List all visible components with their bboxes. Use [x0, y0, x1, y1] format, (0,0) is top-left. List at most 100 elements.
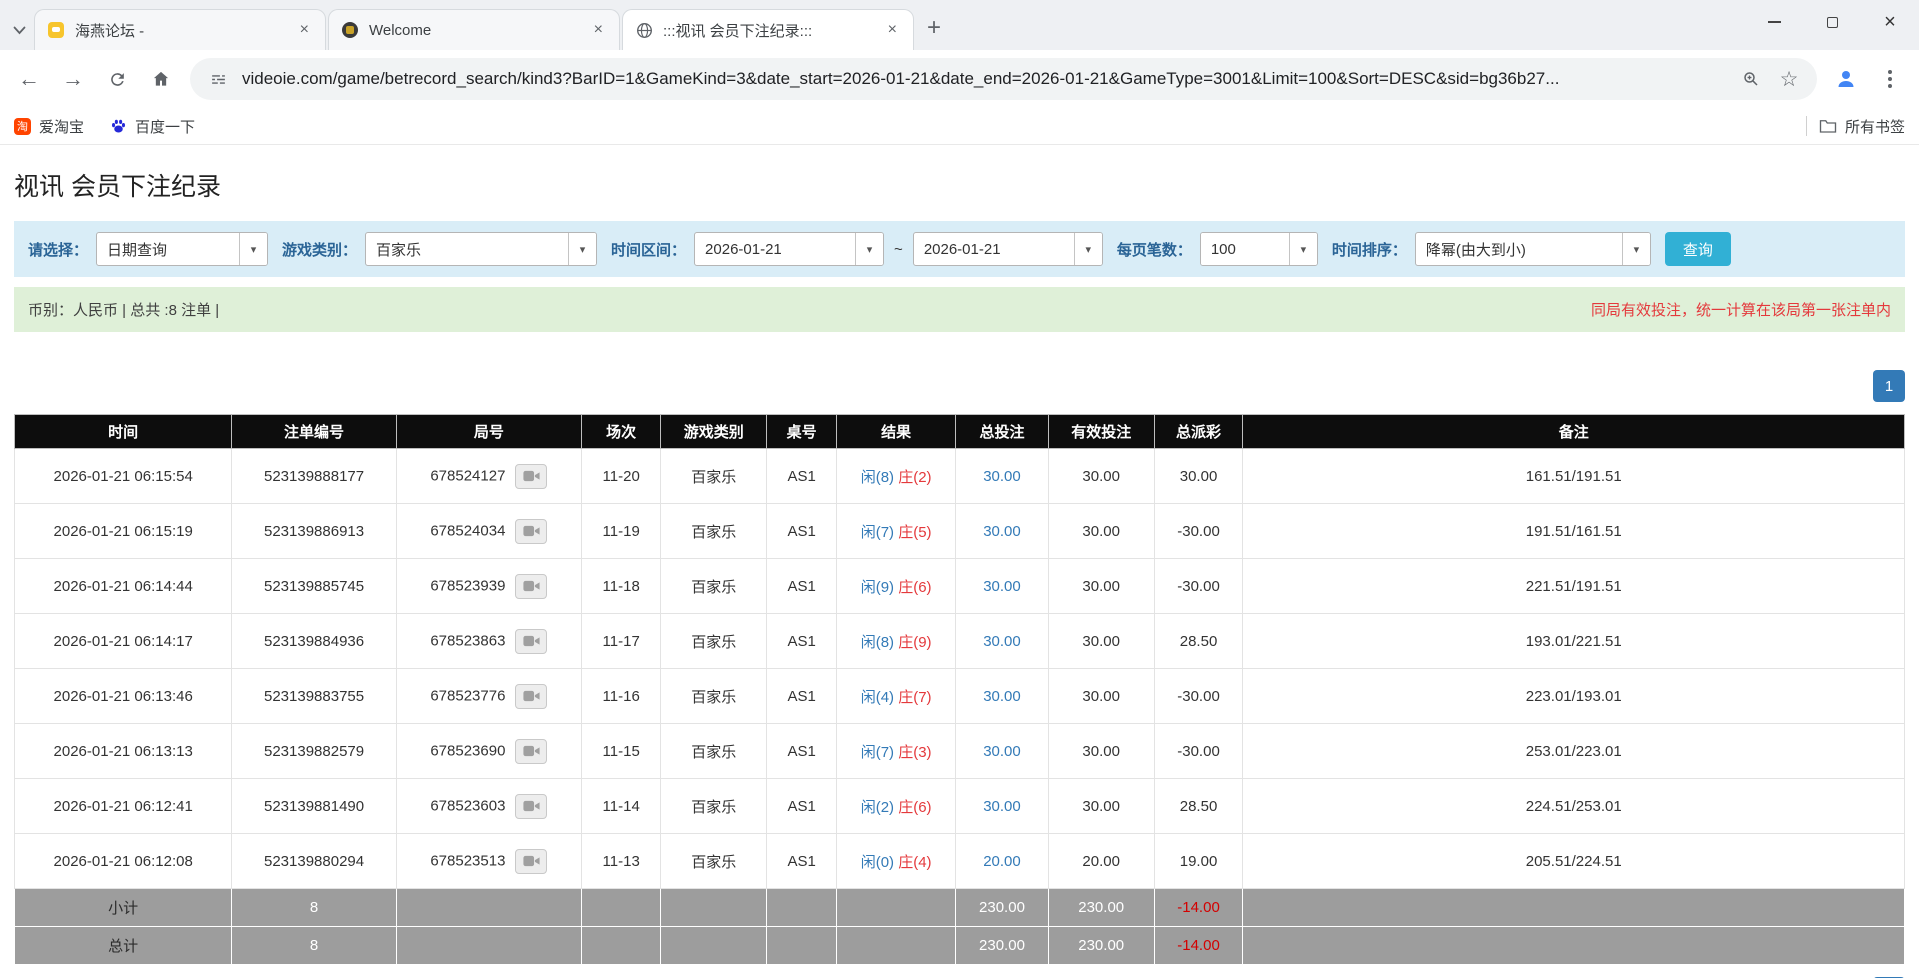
page-size-combo[interactable]: ▾ — [1200, 232, 1318, 266]
bookmark-star-icon[interactable]: ☆ — [1775, 65, 1803, 93]
date-end-select[interactable]: 2026-01-21 ▾ — [913, 232, 1103, 266]
tab-welcome[interactable]: Welcome × — [328, 9, 620, 50]
zoom-icon[interactable] — [1737, 65, 1765, 93]
table-row: 2026-01-21 06:13:46 523139883755 6785237… — [15, 669, 1905, 724]
cell-result: 闲(7) 庄(5) — [837, 504, 956, 559]
tab-haiyan-forum[interactable]: 海燕论坛 - × — [34, 9, 326, 50]
video-replay-button[interactable] — [515, 684, 547, 709]
cell-valid-bet: 30.00 — [1048, 724, 1154, 779]
video-replay-button[interactable] — [515, 464, 547, 489]
chevron-down-icon[interactable]: ▾ — [1622, 233, 1650, 265]
date-start-select[interactable]: 2026-01-21 ▾ — [694, 232, 884, 266]
site-info-icon[interactable] — [204, 65, 232, 93]
forward-button[interactable]: → — [52, 58, 94, 100]
cell-table-no: AS1 — [767, 559, 837, 614]
cell-round: 678524034 — [396, 504, 581, 559]
chevron-down-icon[interactable]: ▾ — [855, 233, 883, 265]
maximize-button[interactable] — [1803, 0, 1861, 44]
tab-title: :::视讯 会员下注纪录::: — [663, 20, 874, 41]
sort-order-select[interactable]: 降幂(由大到小) ▾ — [1415, 232, 1651, 266]
cell-game-type: 百家乐 — [661, 504, 767, 559]
cell-time: 2026-01-21 06:14:17 — [15, 614, 232, 669]
url-text[interactable]: videoie.com/game/betrecord_search/kind3?… — [242, 69, 1727, 89]
cell-round: 678523863 — [396, 614, 581, 669]
close-tab-icon[interactable]: × — [590, 21, 607, 39]
profile-button[interactable] — [1825, 58, 1867, 100]
home-icon — [151, 69, 171, 89]
search-button[interactable]: 查询 — [1665, 232, 1731, 266]
video-replay-button[interactable] — [515, 739, 547, 764]
cell-round: 678523603 — [396, 779, 581, 834]
cell-round: 678524127 — [396, 449, 581, 504]
profile-icon — [1834, 67, 1858, 91]
game-type-label: 游戏类别： — [282, 239, 357, 260]
query-type-select[interactable]: 日期查询 ▾ — [96, 232, 268, 266]
browser-menu-button[interactable] — [1869, 58, 1911, 100]
tab-search-button[interactable] — [4, 10, 34, 50]
total-bet-link[interactable]: 20.00 — [983, 853, 1021, 870]
total-bet-link[interactable]: 30.00 — [983, 688, 1021, 705]
chevron-down-icon[interactable]: ▾ — [239, 233, 267, 265]
chevron-down-icon[interactable]: ▾ — [1289, 233, 1317, 265]
video-replay-button[interactable] — [515, 574, 547, 599]
close-window-button[interactable]: × — [1861, 0, 1919, 44]
result-banker: 庄(6) — [898, 579, 931, 596]
all-bookmarks-button[interactable]: 所有书签 — [1819, 116, 1905, 137]
bookmark-aitaobao[interactable]: 淘 爱淘宝 — [14, 116, 84, 137]
home-button[interactable] — [140, 58, 182, 100]
video-replay-button[interactable] — [515, 794, 547, 819]
footer-empty-cell — [581, 927, 660, 965]
query-type-label: 请选择： — [28, 239, 88, 260]
new-tab-button[interactable]: + — [916, 10, 952, 46]
page-size-input[interactable] — [1201, 233, 1289, 265]
address-bar[interactable]: videoie.com/game/betrecord_search/kind3?… — [190, 58, 1817, 100]
maximize-icon — [1827, 17, 1838, 28]
total-bet-link[interactable]: 30.00 — [983, 798, 1021, 815]
cell-note: 205.51/224.51 — [1243, 834, 1905, 889]
cell-round: 678523939 — [396, 559, 581, 614]
cell-session: 11-17 — [581, 614, 660, 669]
cell-game-type: 百家乐 — [661, 779, 767, 834]
bookmark-baidu[interactable]: 百度一下 — [110, 116, 195, 137]
footer-label: 小计 — [15, 889, 232, 927]
cell-time: 2026-01-21 06:14:44 — [15, 559, 232, 614]
video-camera-icon — [523, 580, 540, 592]
back-button[interactable]: ← — [8, 58, 50, 100]
result-player: 闲(0) — [861, 854, 894, 871]
total-bet-link[interactable]: 30.00 — [983, 743, 1021, 760]
video-replay-button[interactable] — [515, 849, 547, 874]
all-bookmarks-label: 所有书签 — [1845, 116, 1905, 137]
cell-note: 223.01/193.01 — [1243, 669, 1905, 724]
round-number: 678523776 — [430, 687, 505, 704]
total-bet-link[interactable]: 30.00 — [983, 578, 1021, 595]
video-replay-button[interactable] — [515, 629, 547, 654]
total-bet-link[interactable]: 30.00 — [983, 633, 1021, 650]
cell-result: 闲(8) 庄(2) — [837, 449, 956, 504]
total-bet-link[interactable]: 30.00 — [983, 523, 1021, 540]
minimize-icon — [1768, 21, 1781, 23]
chevron-down-icon[interactable]: ▾ — [1074, 233, 1102, 265]
refresh-button[interactable] — [96, 58, 138, 100]
video-camera-icon — [523, 470, 540, 482]
column-header: 游戏类别 — [661, 415, 767, 449]
date-start-value: 2026-01-21 — [695, 233, 855, 265]
currency-summary: 币别：人民币 | 总共 :8 注单 | — [28, 299, 219, 320]
table-row: 2026-01-21 06:15:54 523139888177 6785241… — [15, 449, 1905, 504]
cell-result: 闲(4) 庄(7) — [837, 669, 956, 724]
game-type-select[interactable]: 百家乐 ▾ — [365, 232, 597, 266]
table-row: 2026-01-21 06:14:17 523139884936 6785238… — [15, 614, 1905, 669]
bookmarks-right: 所有书签 — [1806, 116, 1905, 137]
pagination-top: 1 — [14, 370, 1905, 402]
minimize-button[interactable] — [1745, 0, 1803, 44]
chevron-down-icon[interactable]: ▾ — [568, 233, 596, 265]
video-camera-icon — [523, 690, 540, 702]
tab-bet-record[interactable]: :::视讯 会员下注纪录::: × — [622, 9, 914, 50]
page-content: 视讯 会员下注纪录 请选择： 日期查询 ▾ 游戏类别： 百家乐 ▾ 时间区间： … — [0, 167, 1919, 978]
total-bet-link[interactable]: 30.00 — [983, 468, 1021, 485]
close-tab-icon[interactable]: × — [296, 21, 313, 39]
video-replay-button[interactable] — [515, 519, 547, 544]
footer-empty-cell — [767, 889, 837, 927]
close-tab-icon[interactable]: × — [884, 21, 901, 39]
page-number-button[interactable]: 1 — [1873, 370, 1905, 402]
cell-note: 161.51/191.51 — [1243, 449, 1905, 504]
